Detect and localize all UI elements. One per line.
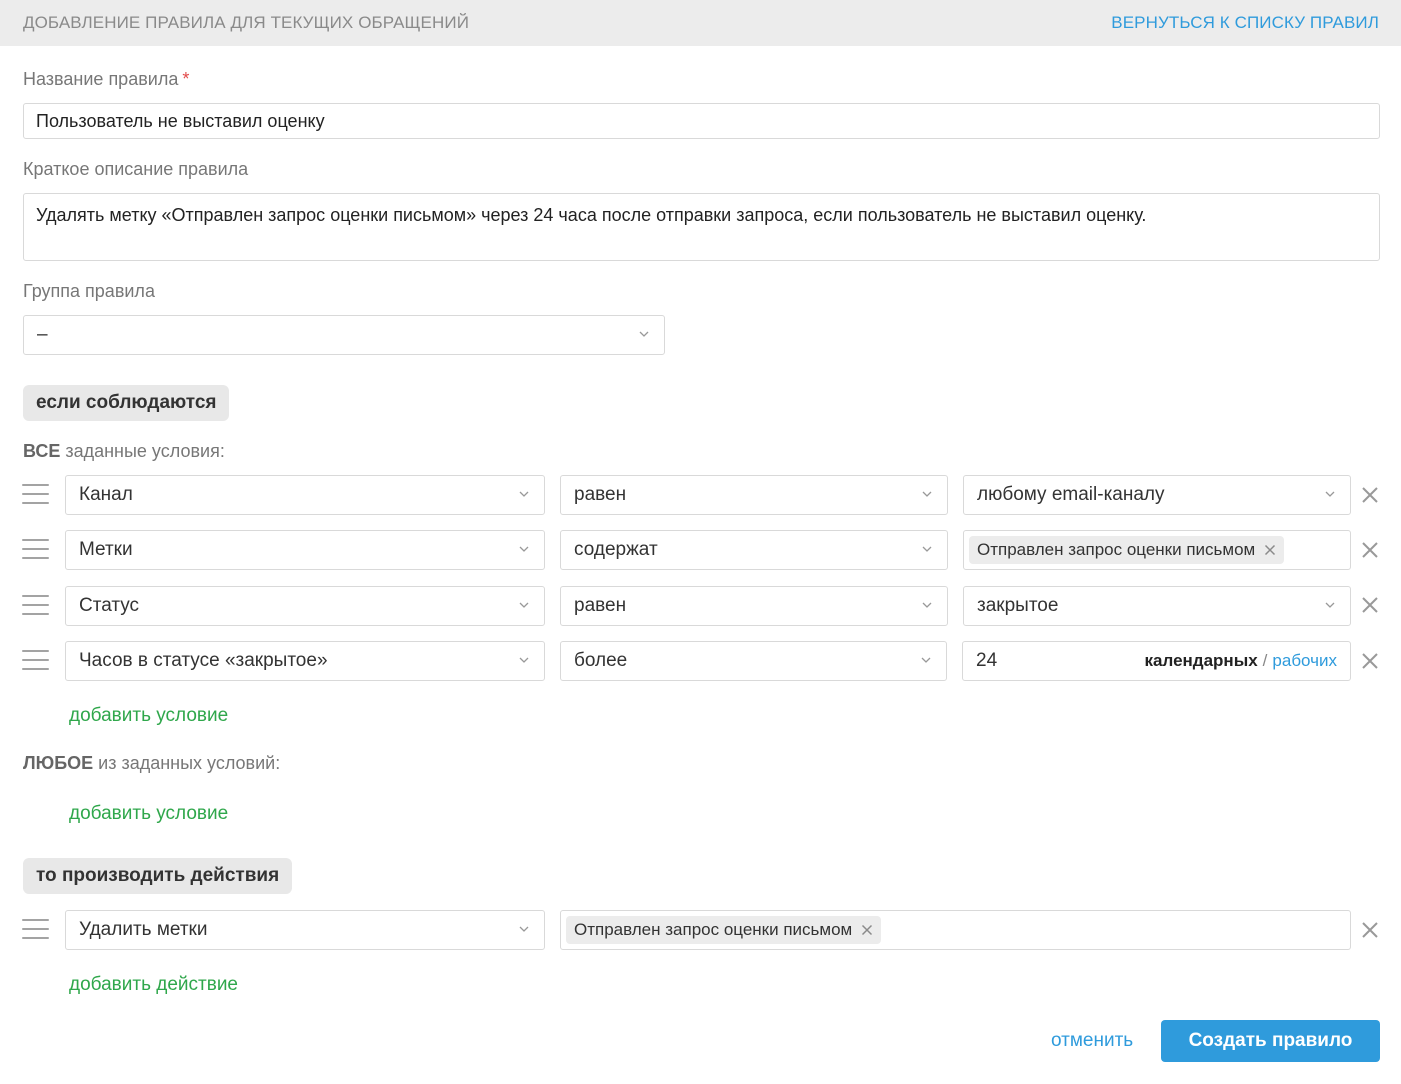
chevron-down-icon: [1324, 599, 1336, 611]
drag-handle-icon[interactable]: [22, 919, 49, 943]
create-rule-button[interactable]: Создать правило: [1161, 1020, 1380, 1062]
condition-value-select[interactable]: любому email-каналу: [963, 475, 1351, 515]
condition-field-select[interactable]: Метки: [65, 530, 545, 570]
condition-operator-value: более: [574, 650, 628, 671]
chevron-down-icon: [518, 599, 530, 611]
condition-field-value: Статус: [79, 595, 140, 616]
any-conditions-text: из заданных условий:: [93, 753, 281, 773]
all-conditions-bold: ВСЕ: [23, 441, 61, 461]
chevron-down-icon: [921, 599, 933, 611]
page-header: ДОБАВЛЕНИЕ ПРАВИЛА ДЛЯ ТЕКУЩИХ ОБРАЩЕНИЙ…: [0, 0, 1401, 46]
condition-field-select[interactable]: Канал: [65, 475, 545, 515]
page-title: ДОБАВЛЕНИЕ ПРАВИЛА ДЛЯ ТЕКУЩИХ ОБРАЩЕНИЙ: [23, 13, 470, 32]
condition-value: любому email-каналу: [977, 484, 1165, 505]
cancel-link[interactable]: отменить: [1051, 1030, 1133, 1052]
unit-working-option[interactable]: рабочих: [1272, 651, 1337, 670]
action-tags-input[interactable]: Отправлен запрос оценки письмом: [560, 910, 1351, 950]
actions-pill: то производить действия: [23, 858, 293, 894]
condition-value-select[interactable]: закрытое: [963, 586, 1351, 626]
rule-name-label: Название правила *: [23, 69, 189, 90]
action-type-value: Удалить метки: [79, 919, 208, 940]
chevron-down-icon: [518, 654, 530, 666]
remove-condition-icon[interactable]: [1360, 485, 1380, 505]
action-type-select[interactable]: Удалить метки: [65, 910, 545, 950]
drag-handle-icon[interactable]: [22, 539, 49, 563]
required-mark: *: [182, 69, 190, 89]
condition-value: закрытое: [977, 595, 1059, 616]
chevron-down-icon: [920, 654, 932, 666]
condition-operator-select[interactable]: содержат: [560, 530, 948, 570]
rule-group-value: –: [37, 324, 48, 345]
add-action-link[interactable]: добавить действие: [69, 974, 238, 996]
condition-operator-value: равен: [574, 484, 627, 505]
chevron-down-icon: [921, 543, 933, 555]
drag-handle-icon[interactable]: [22, 484, 49, 508]
chevron-down-icon: [1324, 488, 1336, 500]
back-to-rules-link[interactable]: ВЕРНУТЬСЯ К СПИСКУ ПРАВИЛ: [1111, 13, 1379, 33]
hours-unit-toggle: календарных / рабочих: [1145, 651, 1337, 671]
condition-operator-select[interactable]: равен: [560, 475, 948, 515]
rule-name-input[interactable]: Пользователь не выставил оценку: [23, 103, 1380, 139]
add-condition-all-link[interactable]: добавить условие: [69, 705, 228, 727]
condition-field-value: Метки: [79, 539, 133, 560]
chevron-down-icon: [921, 488, 933, 500]
label-tag: Отправлен запрос оценки письмом: [969, 536, 1285, 564]
rule-description-value: Удалять метку «Отправлен запрос оценки п…: [36, 205, 1147, 225]
condition-field-value: Канал: [79, 484, 133, 505]
unit-calendar-option[interactable]: календарных: [1145, 651, 1258, 670]
condition-field-select[interactable]: Часов в статусе «закрытое»: [65, 641, 545, 681]
label-tag-text: Отправлен запрос оценки письмом: [977, 540, 1256, 559]
chevron-down-icon: [518, 543, 530, 555]
any-conditions-label: ЛЮБОЕ из заданных условий:: [23, 753, 280, 774]
all-conditions-label: ВСЕ заданные условия:: [23, 441, 225, 462]
add-condition-any-link[interactable]: добавить условие: [69, 803, 228, 825]
condition-operator-value: равен: [574, 595, 627, 616]
hours-input[interactable]: 24 календарных / рабочих: [962, 641, 1351, 681]
rule-name-value: Пользователь не выставил оценку: [36, 110, 325, 131]
chevron-down-icon: [638, 328, 650, 340]
condition-operator-select[interactable]: более: [560, 641, 947, 681]
rule-description-textarea[interactable]: Удалять метку «Отправлен запрос оценки п…: [23, 193, 1380, 261]
rule-name-label-text: Название правила: [23, 69, 179, 89]
chevron-down-icon: [518, 488, 530, 500]
remove-condition-icon[interactable]: [1360, 651, 1380, 671]
remove-condition-icon[interactable]: [1360, 540, 1380, 560]
remove-condition-icon[interactable]: [1360, 595, 1380, 615]
label-tag: Отправлен запрос оценки письмом: [566, 916, 882, 944]
chevron-down-icon: [518, 923, 530, 935]
condition-operator-select[interactable]: равен: [560, 586, 948, 626]
tag-remove-icon[interactable]: [1264, 544, 1276, 556]
rule-group-select[interactable]: –: [23, 315, 665, 355]
drag-handle-icon[interactable]: [22, 595, 49, 619]
condition-operator-value: содержат: [574, 539, 658, 560]
label-tag-text: Отправлен запрос оценки письмом: [574, 920, 853, 939]
conditions-pill: если соблюдаются: [23, 385, 230, 421]
any-conditions-bold: ЛЮБОЕ: [23, 753, 94, 773]
condition-field-select[interactable]: Статус: [65, 586, 545, 626]
rule-description-label: Краткое описание правила: [23, 159, 249, 179]
unit-separator: /: [1262, 651, 1268, 670]
rule-group-label: Группа правила: [23, 281, 155, 301]
hours-value: 24: [976, 650, 998, 671]
condition-field-value: Часов в статусе «закрытое»: [79, 650, 328, 671]
remove-action-icon[interactable]: [1360, 920, 1380, 940]
condition-tags-input[interactable]: Отправлен запрос оценки письмом: [963, 530, 1351, 570]
drag-handle-icon[interactable]: [22, 650, 49, 674]
all-conditions-text: заданные условия:: [60, 441, 225, 461]
tag-remove-icon[interactable]: [861, 924, 873, 936]
